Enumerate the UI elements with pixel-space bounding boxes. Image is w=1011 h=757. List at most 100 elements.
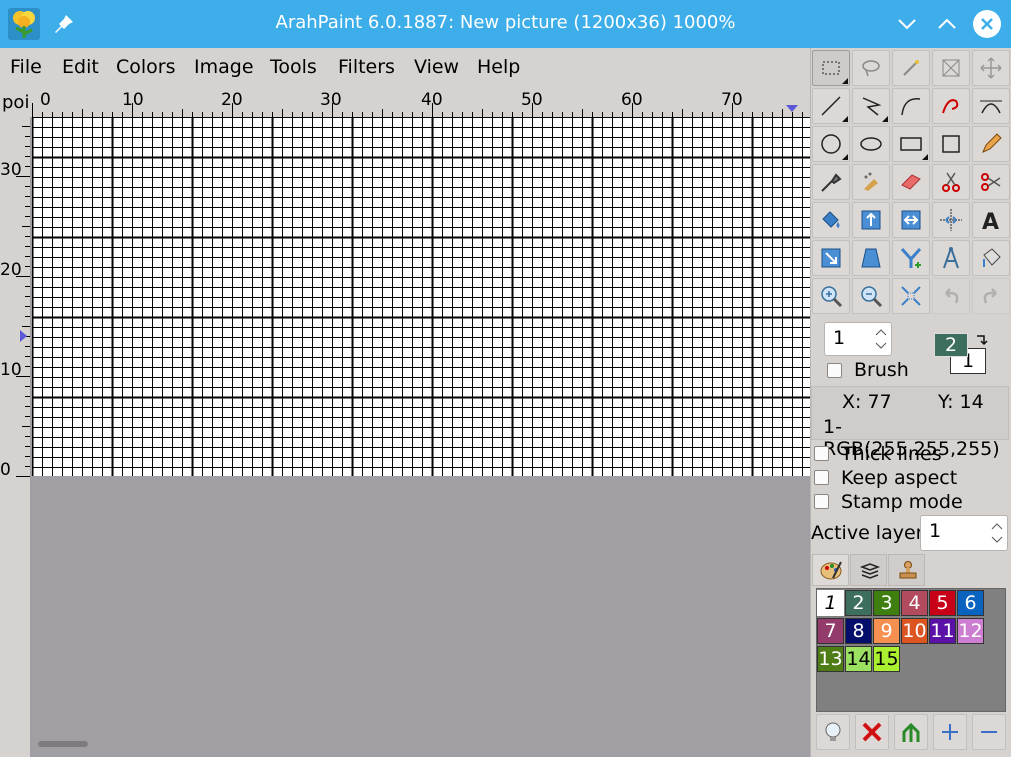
stamp-mode-checkbox[interactable] bbox=[814, 494, 829, 509]
merge-tool-button[interactable] bbox=[892, 240, 930, 276]
minimize-button[interactable] bbox=[893, 10, 921, 38]
palette-color-1[interactable]: 1 bbox=[817, 590, 844, 616]
menu-edit[interactable]: Edit bbox=[62, 56, 99, 78]
square-tool-button[interactable] bbox=[932, 126, 970, 162]
palette-color-10[interactable]: 10 bbox=[901, 618, 928, 644]
brush-size-spinner[interactable]: 1 bbox=[824, 322, 892, 356]
perspective-tool-button[interactable] bbox=[852, 240, 890, 276]
lightbulb-icon bbox=[825, 722, 841, 741]
delete-color-button[interactable] bbox=[855, 714, 889, 750]
keep-aspect-label: Keep aspect bbox=[841, 467, 958, 489]
ellipse-tool-button[interactable] bbox=[852, 126, 890, 162]
magic-wand-tool-button[interactable] bbox=[892, 50, 930, 86]
brush-checkbox[interactable] bbox=[827, 363, 842, 378]
close-button[interactable] bbox=[973, 10, 1001, 38]
cut-tool-button[interactable] bbox=[932, 164, 970, 200]
merge-colors-button[interactable] bbox=[894, 714, 928, 750]
canvas-area[interactable] bbox=[30, 117, 810, 757]
palette-color-12[interactable]: 12 bbox=[957, 618, 984, 644]
palette-color-2[interactable]: 2 bbox=[845, 590, 872, 616]
stamp-tool-button[interactable] bbox=[972, 240, 1010, 276]
remove-color-button[interactable] bbox=[972, 714, 1006, 750]
stamp-mode-label: Stamp mode bbox=[841, 491, 963, 513]
flip-horizontal-tool-button[interactable] bbox=[892, 202, 930, 238]
square-icon bbox=[942, 135, 960, 153]
palette-color-9[interactable]: 9 bbox=[873, 618, 900, 644]
menu-help[interactable]: Help bbox=[477, 56, 520, 78]
redo-button[interactable] bbox=[972, 278, 1010, 314]
menu-image[interactable]: Image bbox=[194, 56, 254, 78]
active-layer-spinner[interactable]: 1 bbox=[920, 515, 1008, 551]
fill-tool-button[interactable] bbox=[812, 202, 850, 238]
pencil-tool-button[interactable] bbox=[972, 126, 1010, 162]
freehand-curve-tool-button[interactable] bbox=[932, 88, 970, 124]
rectangle-tool-button[interactable] bbox=[892, 126, 930, 162]
cut-horizontal-tool-button[interactable] bbox=[972, 164, 1010, 200]
spin-up-icon[interactable] bbox=[875, 327, 887, 337]
circle-tool-button[interactable] bbox=[812, 126, 850, 162]
left-ruler[interactable]: 30 20 10 0 bbox=[0, 117, 30, 757]
menu-view[interactable]: View bbox=[414, 56, 459, 78]
compass-tool-button[interactable] bbox=[932, 240, 970, 276]
stamp-icon bbox=[899, 561, 917, 579]
move-tool-button[interactable] bbox=[972, 50, 1010, 86]
zoom-out-icon bbox=[861, 286, 883, 308]
tab-layers[interactable] bbox=[850, 554, 887, 586]
highlight-color-button[interactable] bbox=[816, 714, 850, 750]
tab-palette[interactable] bbox=[812, 554, 849, 586]
zoom-out-button[interactable] bbox=[852, 278, 890, 314]
active-layer-label: Active layer: bbox=[811, 522, 930, 544]
text-tool-button[interactable]: A bbox=[972, 202, 1010, 238]
palette-color-3[interactable]: 3 bbox=[873, 590, 900, 616]
center-arrows-icon bbox=[940, 209, 962, 231]
menu-tools[interactable]: Tools bbox=[270, 56, 317, 78]
drawing-canvas[interactable] bbox=[32, 117, 810, 476]
palette-color-15[interactable]: 15 bbox=[873, 646, 900, 672]
spin-down-icon[interactable] bbox=[991, 535, 1003, 545]
maximize-button[interactable] bbox=[933, 10, 961, 38]
thick-lines-checkbox[interactable] bbox=[814, 446, 829, 461]
rect-select-tool-button[interactable] bbox=[812, 50, 850, 86]
merge-arrows-icon bbox=[902, 722, 920, 742]
eyedropper-tool-button[interactable] bbox=[812, 164, 850, 200]
bezier-tool-button[interactable] bbox=[972, 88, 1010, 124]
paint-bucket-icon bbox=[822, 211, 840, 228]
palette-color-7[interactable]: 7 bbox=[817, 618, 844, 644]
add-color-button[interactable] bbox=[933, 714, 967, 750]
polyline-tool-button[interactable] bbox=[852, 88, 890, 124]
crop-tool-button[interactable] bbox=[932, 50, 970, 86]
rectangle-icon bbox=[900, 137, 922, 151]
menu-colors[interactable]: Colors bbox=[116, 56, 176, 78]
keep-aspect-checkbox[interactable] bbox=[814, 470, 829, 485]
palette-color-6[interactable]: 6 bbox=[957, 590, 984, 616]
palette-color-11[interactable]: 11 bbox=[929, 618, 956, 644]
eraser-tool-button[interactable] bbox=[892, 164, 930, 200]
lasso-tool-button[interactable] bbox=[852, 50, 890, 86]
resize-tool-button[interactable] bbox=[812, 240, 850, 276]
curve-tool-button[interactable] bbox=[892, 88, 930, 124]
palette-color-4[interactable]: 4 bbox=[901, 590, 928, 616]
menu-filters[interactable]: Filters bbox=[338, 56, 395, 78]
color-selector[interactable]: 1 2 bbox=[932, 331, 992, 376]
tab-stamps[interactable] bbox=[888, 554, 925, 586]
swap-colors-icon[interactable] bbox=[974, 333, 988, 347]
menu-file[interactable]: File bbox=[10, 56, 42, 78]
airbrush-tool-button[interactable] bbox=[852, 164, 890, 200]
line-tool-button[interactable] bbox=[812, 88, 850, 124]
undo-button[interactable] bbox=[932, 278, 970, 314]
spin-down-icon[interactable] bbox=[875, 341, 887, 351]
y-coordinate: Y: 14 bbox=[938, 391, 984, 413]
zoom-fit-button[interactable] bbox=[892, 278, 930, 314]
palette-color-14[interactable]: 14 bbox=[845, 646, 872, 672]
ruler-top-label: 70 bbox=[721, 90, 743, 110]
zoom-in-button[interactable] bbox=[812, 278, 850, 314]
palette-color-5[interactable]: 5 bbox=[929, 590, 956, 616]
center-tool-button[interactable] bbox=[932, 202, 970, 238]
horizontal-scrollbar[interactable] bbox=[38, 741, 88, 747]
top-ruler[interactable]: 0 10 20 30 40 50 60 70 bbox=[30, 86, 810, 117]
palette-color-13[interactable]: 13 bbox=[817, 646, 844, 672]
spin-up-icon[interactable] bbox=[991, 521, 1003, 531]
palette-color-8[interactable]: 8 bbox=[845, 618, 872, 644]
flip-vertical-tool-button[interactable] bbox=[852, 202, 890, 238]
foreground-color[interactable]: 2 bbox=[934, 333, 968, 357]
